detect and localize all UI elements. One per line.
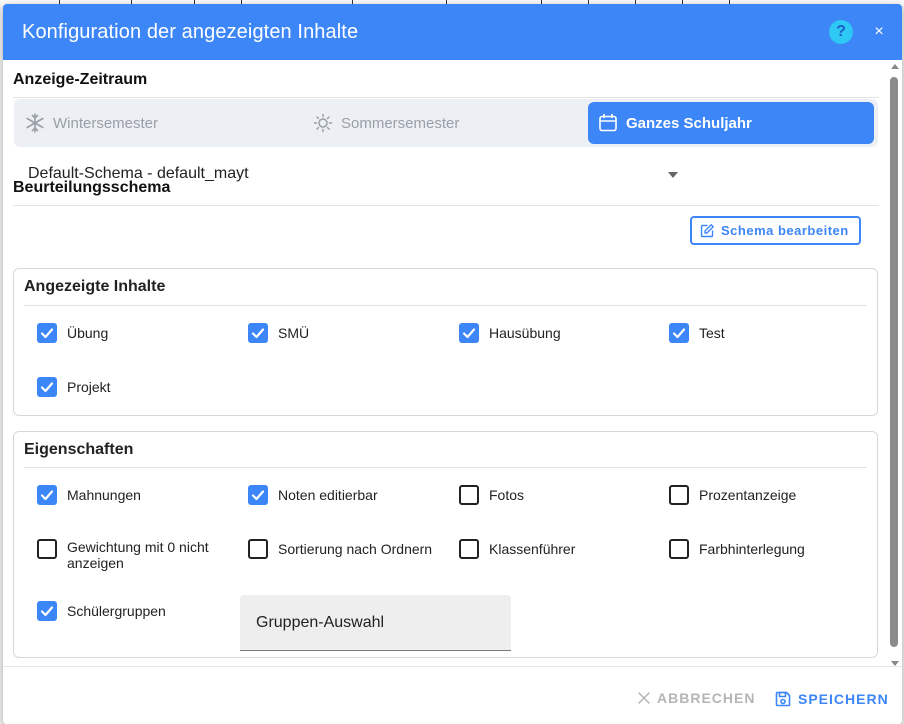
period-label-sommersemester: Sommersemester — [341, 114, 460, 132]
checkbox-test[interactable]: Test — [669, 323, 725, 343]
schema-select[interactable]: Default-Schema - default_mayt — [28, 165, 249, 183]
edit-schema-label: Schema bearbeiten — [721, 223, 849, 238]
divider — [24, 467, 867, 468]
checkbox-label: Sortierung nach Ordnern — [278, 541, 433, 557]
checkbox-label: Test — [699, 325, 725, 341]
checkbox-label: Prozentanzeige — [699, 487, 797, 503]
checkbox-unchecked-icon[interactable] — [669, 485, 689, 505]
divider — [13, 97, 879, 98]
checkbox-checked-icon[interactable] — [37, 485, 57, 505]
checkbox-checked-icon[interactable] — [669, 323, 689, 343]
snowflake-icon — [26, 113, 44, 133]
properties-card-title: Eigenschaften — [24, 441, 134, 458]
checkbox-label: Projekt — [67, 379, 111, 395]
cancel-button[interactable]: ABBRECHEN — [637, 690, 755, 706]
period-label-ganzes-schuljahr: Ganzes Schuljahr — [626, 114, 752, 132]
dialog-header: Konfiguration der angezeigten Inhalte ? … — [3, 4, 902, 60]
checkbox-klassenfuehrer[interactable]: Klassenführer — [459, 539, 575, 559]
chevron-down-icon[interactable] — [668, 172, 678, 178]
checkbox-label: Klassenführer — [489, 541, 576, 557]
checkbox-mahnungen[interactable]: Mahnungen — [37, 485, 141, 505]
checkbox-label: Fotos — [489, 487, 525, 503]
dialog-title: Konfiguration der angezeigten Inhalte — [22, 20, 359, 43]
group-select-label: Gruppen-Auswahl — [256, 613, 385, 631]
checkbox-sortierung-nach-ordnern[interactable]: Sortierung nach Ordnern — [248, 539, 432, 559]
period-label-wintersemester: Wintersemester — [53, 114, 159, 132]
divider — [24, 305, 867, 306]
checkbox-unchecked-icon[interactable] — [459, 539, 479, 559]
period-option-sommersemester[interactable]: Sommersemester — [313, 102, 583, 144]
checkbox-label: Gewichtung mit 0 nicht anzeigen — [67, 539, 209, 571]
checkbox-projekt[interactable]: Projekt — [37, 377, 111, 397]
scrollbar-thumb[interactable] — [890, 77, 898, 647]
edit-icon — [700, 223, 714, 237]
cancel-label: ABBRECHEN — [657, 690, 756, 706]
checkbox-label: Schülergruppen — [67, 603, 166, 619]
checkbox-label: Noten editierbar — [278, 487, 378, 503]
period-option-ganzes-schuljahr[interactable]: Ganzes Schuljahr — [588, 102, 874, 144]
help-button[interactable]: ? — [829, 20, 853, 44]
checkbox-noten-editierbar[interactable]: Noten editierbar — [248, 485, 378, 505]
checkbox-unchecked-icon[interactable] — [248, 539, 268, 559]
config-dialog: Konfiguration der angezeigten Inhalte ? … — [3, 4, 902, 724]
checkbox-label: Übung — [67, 325, 109, 341]
checkbox-fotos[interactable]: Fotos — [459, 485, 524, 505]
checkbox-checked-icon[interactable] — [459, 323, 479, 343]
checkbox-label: SMÜ — [278, 325, 310, 341]
save-icon — [775, 691, 791, 707]
checkbox-unchecked-icon[interactable] — [37, 539, 57, 559]
checkbox-unchecked-icon[interactable] — [459, 485, 479, 505]
content-card: Angezeigte Inhalte — [13, 268, 878, 416]
checkbox-uebung[interactable]: Übung — [37, 323, 108, 343]
checkbox-checked-icon[interactable] — [37, 377, 57, 397]
checkbox-unchecked-icon[interactable] — [669, 539, 689, 559]
checkbox-label: Hausübung — [489, 325, 561, 341]
checkbox-hausuebung[interactable]: Hausübung — [459, 323, 561, 343]
checkbox-schuelergruppen[interactable]: Schülergruppen — [37, 601, 166, 621]
checkbox-farbhinterlegung[interactable]: Farbhinterlegung — [669, 539, 805, 559]
save-label: SPEICHERN — [798, 691, 889, 707]
checkbox-checked-icon[interactable] — [248, 323, 268, 343]
sun-icon — [313, 113, 333, 133]
close-icon — [638, 692, 650, 704]
period-option-wintersemester[interactable]: Wintersemester — [25, 102, 295, 144]
dialog-footer: ABBRECHEN SPEICHERN — [3, 666, 902, 724]
scrollbar[interactable] — [889, 62, 899, 666]
checkbox-prozentanzeige[interactable]: Prozentanzeige — [669, 485, 796, 505]
checkbox-label: Mahnungen — [67, 487, 141, 503]
close-icon: × — [874, 23, 884, 40]
group-select[interactable]: Gruppen-Auswahl — [240, 595, 511, 651]
edit-schema-button[interactable]: Schema bearbeiten — [690, 216, 861, 245]
checkbox-checked-icon[interactable] — [37, 601, 57, 621]
checkbox-checked-icon[interactable] — [37, 323, 57, 343]
save-button[interactable]: SPEICHERN — [774, 690, 889, 708]
checkbox-label: Farbhinterlegung — [699, 541, 805, 557]
period-section-title: Anzeige-Zeitraum — [13, 71, 148, 88]
checkbox-smue[interactable]: SMÜ — [248, 323, 309, 343]
divider — [13, 205, 879, 206]
scroll-up-icon[interactable] — [891, 64, 899, 69]
calendar-icon — [599, 113, 617, 132]
close-button[interactable]: × — [869, 22, 889, 42]
help-icon: ? — [836, 23, 846, 40]
content-card-title: Angezeigte Inhalte — [24, 278, 166, 295]
checkbox-gewichtung-mit-0-nicht-anzeigen[interactable]: Gewichtung mit 0 nicht anzeigen — [37, 539, 227, 571]
checkbox-checked-icon[interactable] — [248, 485, 268, 505]
